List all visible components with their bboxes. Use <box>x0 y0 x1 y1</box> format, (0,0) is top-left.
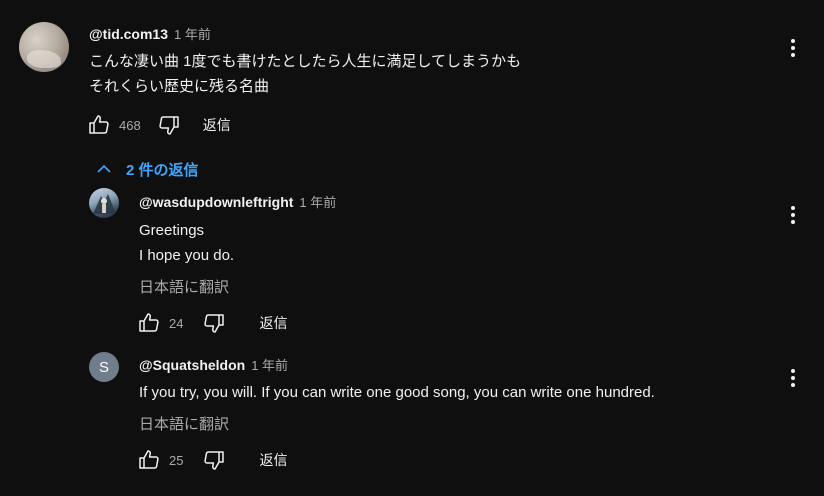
reply-line: I hope you do. <box>139 247 235 264</box>
reply-text: Greetings I hope you do. <box>139 218 234 268</box>
more-vert-icon[interactable] <box>781 366 805 390</box>
author-handle[interactable]: @wasdupdownleftright <box>139 194 293 210</box>
like-count: 25 <box>169 452 184 468</box>
timestamp[interactable]: 1 年前 <box>251 358 288 373</box>
author-handle[interactable]: @Squatsheldon <box>139 357 245 373</box>
comment-line: それくらい歴史に残る名曲 <box>89 78 270 95</box>
thumb-up-icon[interactable] <box>137 448 161 472</box>
comment-header: @tid.com13 1 年前 <box>89 24 211 44</box>
reply-button[interactable]: 返信 <box>259 313 287 333</box>
more-vert-icon[interactable] <box>781 36 805 60</box>
chevron-up-icon <box>92 157 116 181</box>
thumb-up-icon[interactable] <box>137 311 161 335</box>
reply-actions: 24 返信 <box>137 311 287 335</box>
reply-actions: 25 返信 <box>137 448 287 472</box>
reply-text: If you try, you will. If you can write o… <box>139 380 655 405</box>
reply-header: @Squatsheldon 1 年前 <box>139 355 288 375</box>
like-count: 24 <box>169 315 184 331</box>
avatar[interactable] <box>19 22 69 72</box>
comment-actions: 468 返信 <box>87 113 231 137</box>
translate-link[interactable]: 日本語に翻訳 <box>139 413 229 434</box>
thumb-up-icon[interactable] <box>87 113 111 137</box>
timestamp[interactable]: 1 年前 <box>299 195 336 210</box>
avatar[interactable] <box>89 188 119 218</box>
replies-toggle-button[interactable]: 2 件の返信 <box>92 157 199 181</box>
reply-button[interactable]: 返信 <box>259 450 287 470</box>
translate-link[interactable]: 日本語に翻訳 <box>139 276 229 297</box>
reply-line: Greetings <box>139 222 205 239</box>
reply-line: If you try, you will. If you can write o… <box>139 384 655 401</box>
thumb-down-icon[interactable] <box>157 113 181 137</box>
like-count: 468 <box>119 117 141 133</box>
reply-header: @wasdupdownleftright 1 年前 <box>139 192 336 212</box>
thumb-down-icon[interactable] <box>202 311 226 335</box>
avatar[interactable]: S <box>89 352 119 382</box>
comment-line: こんな凄い曲 1度でも書けたとしたら人生に満足してしまうかも <box>89 53 522 70</box>
comment-text: こんな凄い曲 1度でも書けたとしたら人生に満足してしまうかも それくらい歴史に残… <box>89 49 521 99</box>
thumb-down-icon[interactable] <box>202 448 226 472</box>
author-handle[interactable]: @tid.com13 <box>89 26 168 42</box>
reply-button[interactable]: 返信 <box>203 115 231 135</box>
timestamp[interactable]: 1 年前 <box>174 27 211 42</box>
replies-toggle-label: 2 件の返信 <box>126 161 199 179</box>
more-vert-icon[interactable] <box>781 203 805 227</box>
